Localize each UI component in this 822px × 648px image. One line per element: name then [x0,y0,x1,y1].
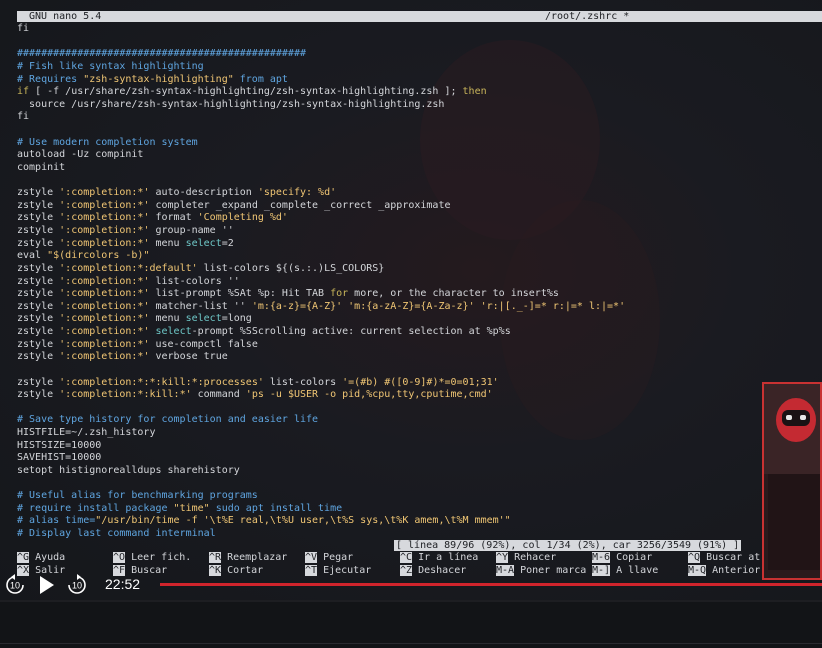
shortcut-key: ^O [113,552,126,563]
code-line: setopt histignorealldups sharehistory [17,464,240,476]
play-button[interactable] [38,575,56,600]
rewind-10-button[interactable]: 10 [4,574,26,600]
editor-content[interactable]: fi #####################################… [17,23,625,541]
shortcut-row1-2: ^R Reemplazar [209,552,287,564]
shortcut-row1-3: ^V Pegar [305,552,353,564]
code-line: zstyle ':completion:*' completer _expand… [17,199,451,211]
code-line: # alias time="/usr/bin/time -f '\t%E rea… [17,515,511,527]
timecode: 22:52 [105,576,141,592]
shortcut-label: Pegar [323,552,354,563]
code-line: zstyle ':completion:*:kill:*' command 'p… [17,389,493,401]
shortcut-key: ^Y [496,552,509,563]
code-line: ########################################… [17,48,306,60]
code-line: zstyle ':completion:*' list-colors '' [17,275,240,287]
code-line: # Useful alias for benchmarking programs [17,490,258,502]
code-line: zstyle ':completion:*' matcher-list '' '… [17,300,626,312]
shortcut-key: ^C [400,552,413,563]
code-line: zstyle ':completion:*' use-compctl false [17,338,258,350]
code-line: # Use modern completion system [17,136,198,148]
status-bar: [ línea 89/96 (92%), col 1/34 (2%), car … [394,540,742,551]
shortcut-key: ^Q [688,552,701,563]
code-line: zstyle ':completion:*' menu select=long [17,313,252,325]
editor-version: GNU nano 5.4 [29,11,102,22]
page-below-video [0,600,822,648]
shortcut-label: Leer fich. [131,552,192,563]
code-line: compinit [17,161,66,173]
shortcut-key: ^G [17,552,30,563]
file-name: /root/.zshrc * [545,11,630,22]
code-line: # Requires "zsh-syntax-highlighting" fro… [17,73,288,85]
video-player-controls: 10 10 22:52 [0,572,822,600]
shortcut-key: M-6 [592,552,611,563]
code-line: HISTSIZE=10000 [17,439,102,451]
shortcut-row1-1: ^O Leer fich. [113,552,191,564]
shortcut-label: Ir a línea [418,552,479,563]
shortcut-label: Buscar atr [706,552,767,563]
play-icon [40,576,54,594]
code-line: if [ -f /usr/share/zsh-syntax-highlighti… [17,86,487,98]
rewind-icon: 10 [6,574,24,594]
shortcut-label: Ayuda [35,552,66,563]
shortcut-label: Rehacer [514,552,557,563]
code-line: zstyle ':completion:*' verbose true [17,351,228,363]
shortcut-key: ^R [209,552,222,563]
code-line: # Display last command interminal [17,528,216,539]
shortcut-row1-4: ^C Ir a línea [400,552,478,564]
divider [0,643,822,644]
code-line: zstyle ':completion:*:*:kill:*:processes… [17,376,499,388]
rewind-seconds: 10 [10,581,20,591]
code-line: # require install package "time" sudo ap… [17,502,343,514]
shortcut-row1-7: ^Q Buscar atr [688,552,766,564]
code-line: zstyle ':completion:*' menu select=2 [17,237,234,249]
code-line: zstyle ':completion:*' group-name '' [17,225,234,236]
code-line: zstyle ':completion:*:default' list-colo… [17,262,385,274]
shortcut-row1-0: ^G Ayuda [17,552,65,564]
code-line: fi [17,111,30,123]
code-line: fi [17,23,30,34]
terminal-window[interactable]: GNU nano 5.4 /root/.zshrc * fi #########… [0,0,822,600]
shortcut-label: Reemplazar [227,552,288,563]
code-line: source /usr/share/zsh-syntax-highlightin… [17,98,445,110]
forward-seconds: 10 [72,581,82,591]
nano-title-bar: GNU nano 5.4 /root/.zshrc * [17,11,822,22]
shortcut-label: Copiar [616,552,653,563]
code-line: zstyle ':completion:*' format 'Completin… [17,212,288,224]
forward-10-button[interactable]: 10 [66,574,88,600]
shortcut-row1-5: ^Y Rehacer [496,552,556,564]
shortcut-key: ^V [305,552,318,563]
shortcut-row1-6: M-6 Copiar [592,552,652,564]
progress-bar[interactable] [160,583,822,586]
code-line: zstyle ':completion:*' auto-description … [17,187,337,199]
code-line: eval "$(dircolors -b)" [17,250,150,262]
code-line: autoload -Uz compinit [17,149,144,161]
code-line: HISTFILE=~/.zsh_history [17,427,156,438]
code-line: SAVEHIST=10000 [17,452,102,464]
webcam-overlay [762,382,822,580]
code-line: zstyle ':completion:*' list-prompt %SAt … [17,288,559,300]
code-line: zstyle ':completion:*' select-prompt %SS… [17,326,511,337]
code-line: # Fish like syntax highlighting [17,60,204,72]
code-line: # Save type history for completion and e… [17,414,319,426]
forward-icon: 10 [68,574,86,594]
